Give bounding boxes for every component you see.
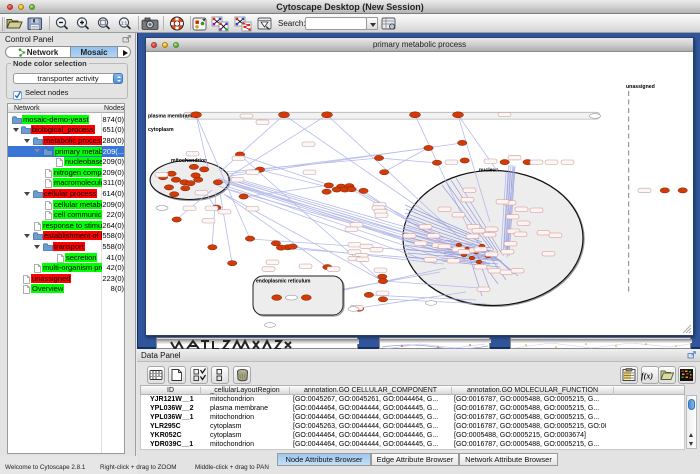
svg-text:unassigned: unassigned: [626, 84, 655, 90]
svg-text:f(x): f(x): [641, 372, 653, 381]
svg-text:1:1: 1:1: [121, 21, 128, 26]
svg-text:cytoplasm: cytoplasm: [148, 127, 174, 133]
svg-text:plasma membrane: plasma membrane: [148, 114, 194, 120]
svg-text:endoplasmic reticulum: endoplasmic reticulum: [256, 279, 311, 285]
svg-text:mitochondrion: mitochondrion: [171, 158, 207, 164]
